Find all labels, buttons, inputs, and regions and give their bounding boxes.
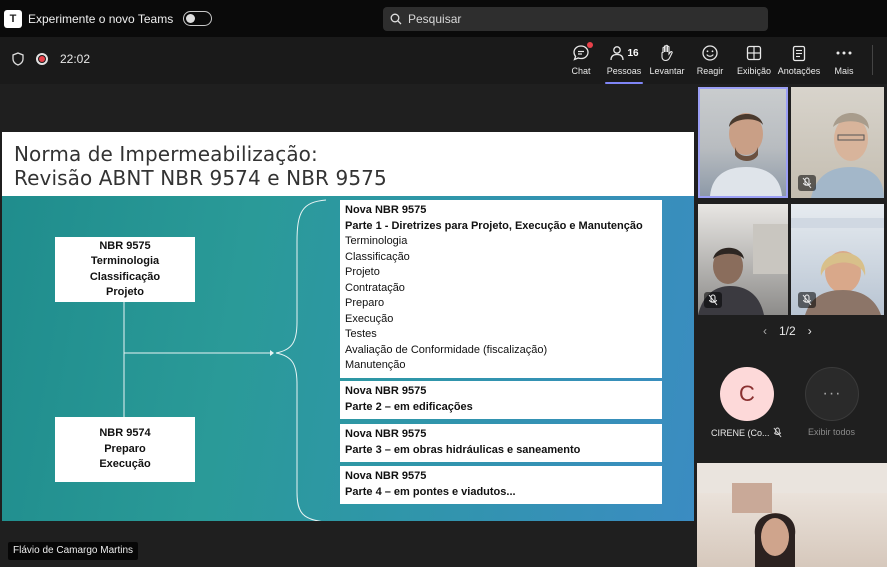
part3-subtitle: Parte 3 – em obras hidráulicas e saneame… (345, 443, 581, 456)
more-icon (836, 51, 852, 55)
search-box[interactable]: Pesquisar (383, 7, 768, 31)
teams-logo-icon: T (4, 9, 22, 28)
part1-item: Classificação (345, 250, 410, 263)
video-tile-participant-2[interactable] (791, 87, 884, 198)
view-label: Exibição (736, 66, 772, 76)
shared-screen-stage: Norma de Impermeabilização: Revisão ABNT… (0, 84, 697, 567)
page-indicator: 1/2 (779, 324, 796, 338)
notes-label: Anotações (777, 66, 821, 76)
raise-hand-button[interactable]: Levantar (644, 43, 690, 81)
avatar-name-label: CIRENE (Co... (711, 427, 782, 438)
part2-subtitle: Parte 2 – em edificações (345, 400, 473, 413)
presenter-name-tag: Flávio de Camargo Martins (8, 542, 139, 560)
raise-hand-icon (661, 44, 673, 62)
people-count: 16 (627, 47, 639, 59)
view-button[interactable]: Exibição (731, 43, 777, 81)
try-new-teams-toggle[interactable] (183, 11, 213, 26)
part3-title: Nova NBR 9575 (345, 428, 427, 440)
self-view-video-tile[interactable] (697, 463, 887, 567)
chat-label: Chat (571, 66, 591, 76)
nbr-9575-line: NBR 9575 (99, 239, 151, 252)
video-tile-active-speaker[interactable] (698, 87, 788, 198)
participant-avatar[interactable]: C (720, 367, 774, 421)
chat-button[interactable]: Chat (558, 42, 604, 81)
previous-page-icon[interactable]: ‹ (763, 324, 767, 338)
part4-box: Nova NBR 9575 Parte 4 – em pontes e viad… (340, 466, 662, 504)
more-label: Mais (834, 66, 854, 76)
part2-title: Nova NBR 9575 (345, 385, 427, 397)
mic-off-icon (773, 427, 781, 438)
chat-unread-dot (587, 42, 593, 48)
participant-video-image (697, 463, 887, 567)
next-page-icon[interactable]: › (808, 324, 812, 338)
shield-icon (12, 52, 24, 66)
mic-off-icon (798, 175, 816, 191)
people-button[interactable]: 16 Pessoas (601, 43, 647, 84)
toolbar-divider (872, 45, 873, 75)
search-icon (390, 13, 402, 25)
call-timer: 22:02 (60, 52, 91, 66)
part3-box: Nova NBR 9575 Parte 3 – em obras hidrául… (340, 424, 662, 462)
video-tile-participant-4[interactable] (791, 204, 884, 315)
react-button[interactable]: Reagir (687, 43, 733, 81)
people-label: Pessoas (606, 66, 642, 76)
part1-title: Nova NBR 9575 (345, 204, 427, 216)
part1-subtitle: Parte 1 - Diretrizes para Projeto, Execu… (345, 219, 643, 232)
emoji-icon (702, 45, 718, 61)
show-all-label: Exibir todos (808, 427, 856, 437)
participant-video-image (710, 113, 782, 196)
notes-button[interactable]: Anotações (776, 43, 822, 81)
part1-item: Avaliação de Conformidade (fiscalização) (345, 343, 548, 356)
part1-item: Manutenção (345, 359, 406, 371)
nbr-9575-line: Projeto (106, 286, 144, 298)
part1-item: Projeto (345, 266, 380, 278)
video-tile-participant-3[interactable] (698, 204, 788, 315)
nbr-9575-line: Terminologia (90, 255, 160, 267)
avatar-name: CIRENE (Co... (711, 427, 770, 438)
part4-subtitle: Parte 4 – em pontes e viadutos... (345, 485, 516, 498)
mic-off-icon (798, 292, 816, 308)
raise-hand-label: Levantar (649, 66, 685, 76)
grid-view-icon (746, 45, 762, 61)
mic-off-icon (704, 292, 722, 308)
part1-box: Nova NBR 9575 Parte 1 - Diretrizes para … (340, 200, 662, 378)
toggle-knob (186, 14, 196, 23)
more-button[interactable]: Mais (821, 43, 867, 81)
title-bar: T Experimente o novo Teams Pesquisar (0, 0, 887, 37)
part4-title: Nova NBR 9575 (345, 470, 427, 482)
nbr-9575-line: Classificação (89, 270, 161, 283)
nbr-9574-line: Execução (99, 458, 151, 471)
presentation-slide: Norma de Impermeabilização: Revisão ABNT… (2, 132, 694, 521)
nbr-9575-box: NBR 9575 Terminologia Classificação Proj… (55, 237, 195, 302)
nbr-9574-box: NBR 9574 Preparo Execução (55, 417, 195, 482)
meeting-toolbar: 22:02 Chat 16 Pessoas Levantar Reagir Ex… (0, 37, 887, 84)
part1-item: Execução (345, 312, 394, 325)
nbr-9574-line: NBR 9574 (99, 427, 151, 440)
part1-item: Terminologia (345, 235, 408, 247)
recording-indicator-icon (36, 53, 48, 65)
nbr-9574-line: Preparo (104, 442, 146, 455)
part1-item: Testes (345, 328, 377, 340)
part2-box: Nova NBR 9575 Parte 2 – em edificações (340, 381, 662, 419)
search-placeholder: Pesquisar (408, 12, 462, 26)
show-all-button[interactable]: ··· (805, 367, 859, 421)
notes-icon (792, 45, 806, 61)
people-icon (610, 46, 625, 61)
part1-item: Contratação (345, 281, 405, 294)
try-new-teams-label: Experimente o novo Teams (28, 11, 174, 26)
part1-item: Preparo (345, 297, 385, 309)
react-label: Reagir (696, 66, 724, 76)
participants-panel: ‹ 1/2 › C ··· CIRENE (Co... Exibir todos (697, 84, 887, 567)
video-pager: ‹ 1/2 › (763, 324, 812, 338)
